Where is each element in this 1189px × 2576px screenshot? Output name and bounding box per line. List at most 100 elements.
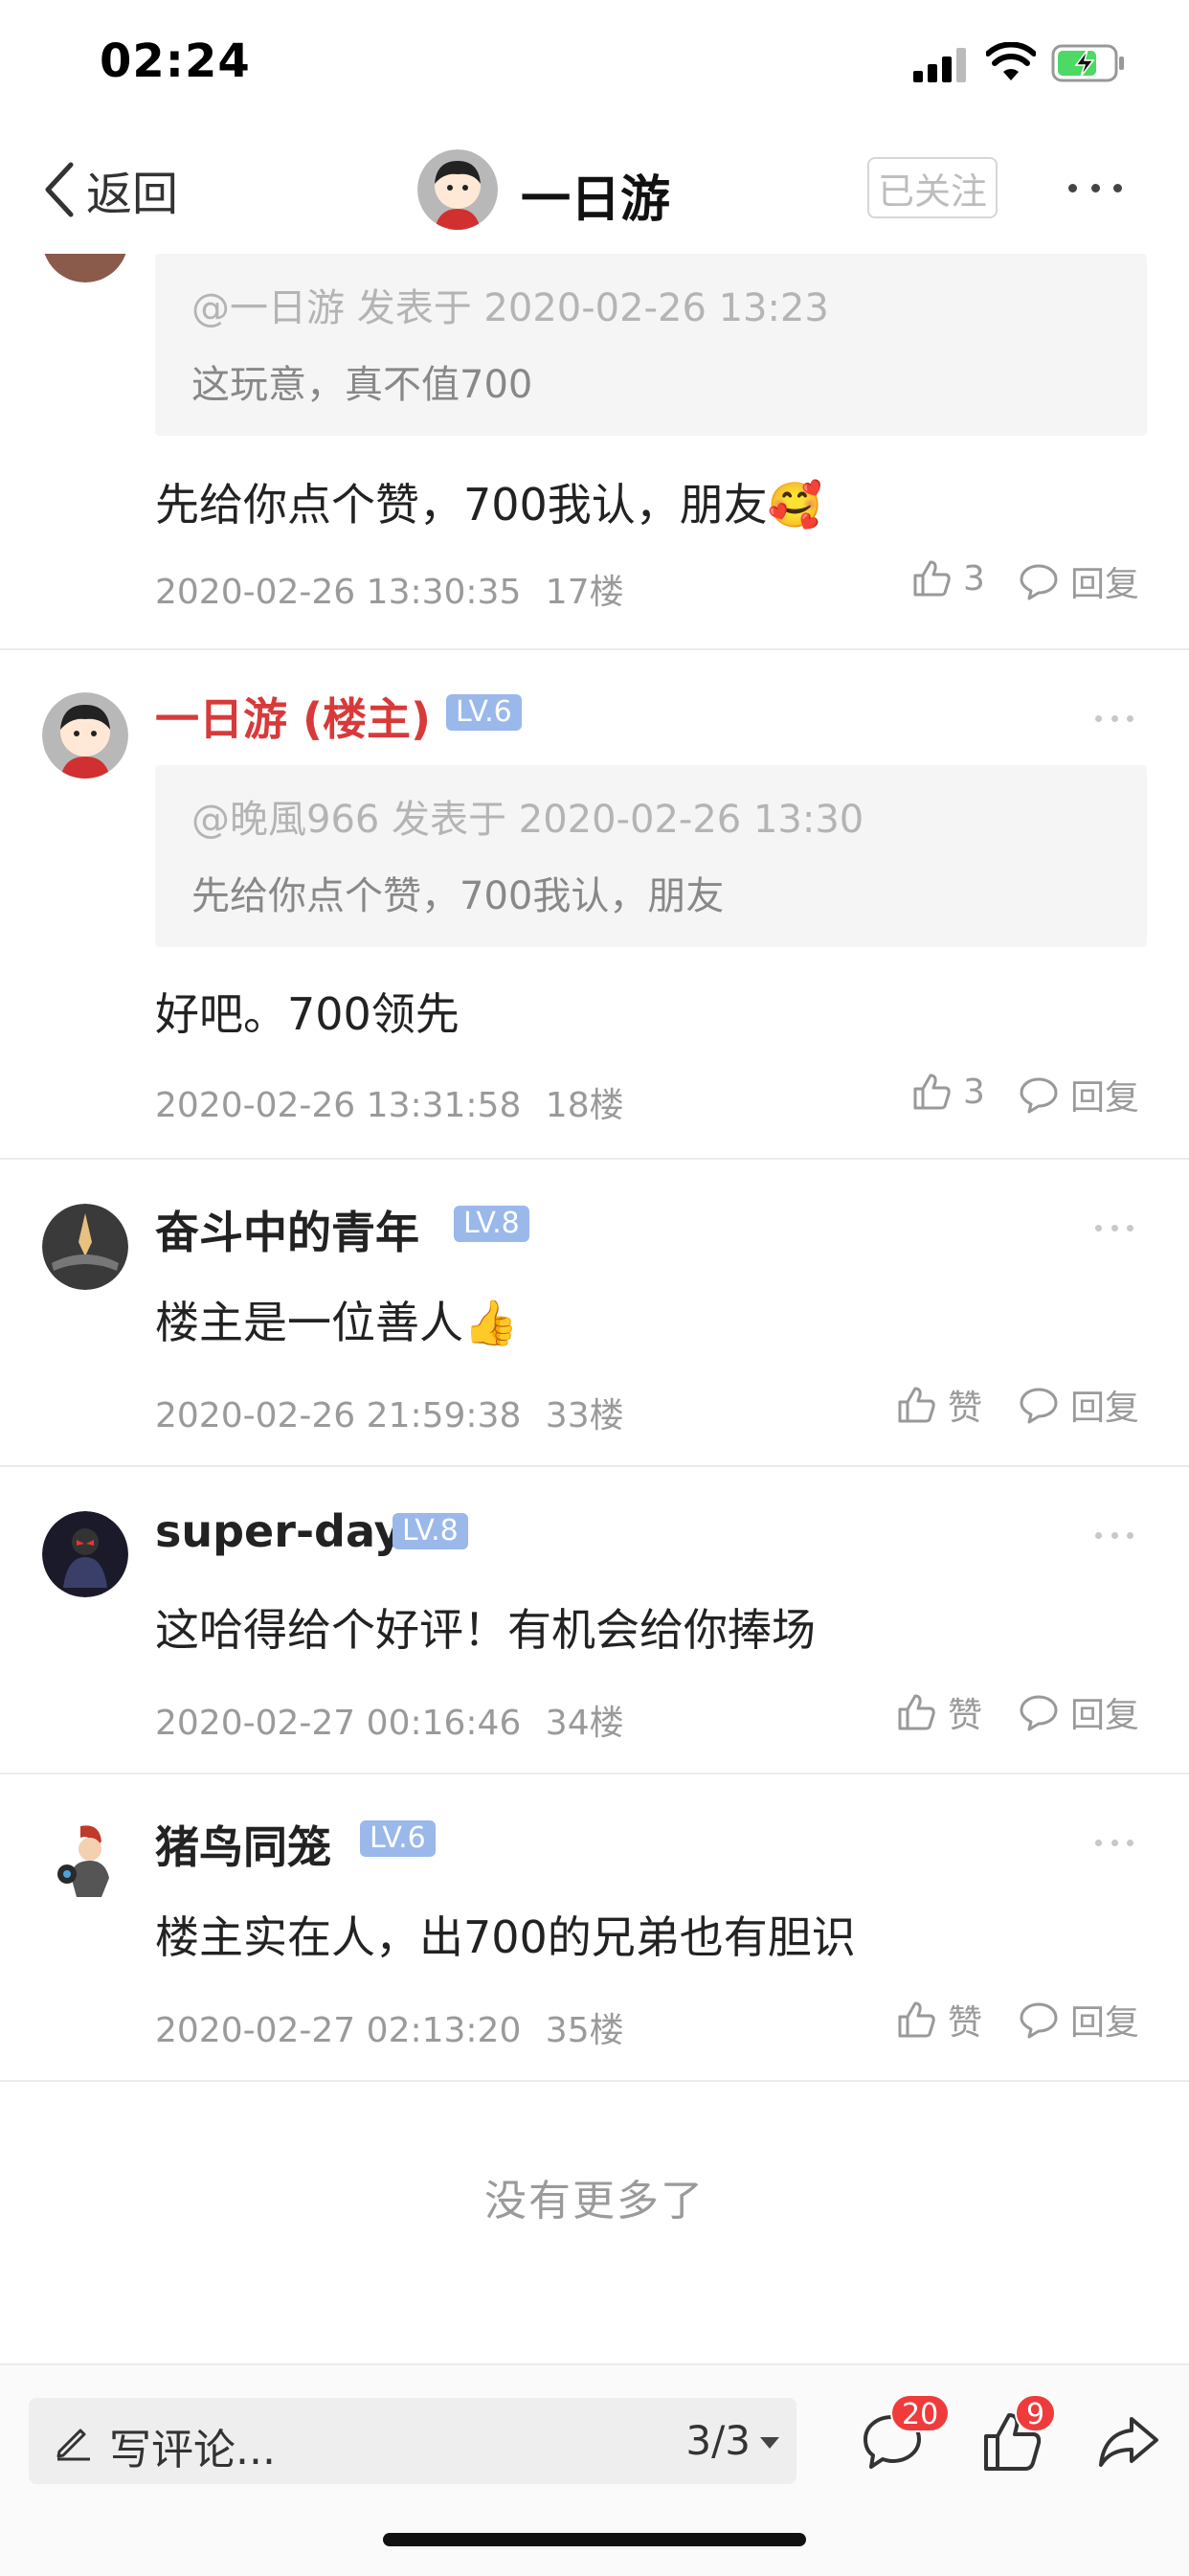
floor-number: 18楼 — [545, 1086, 624, 1125]
comment-time: 2020-02-26 21:59:38 — [155, 1396, 522, 1435]
commenter-avatar[interactable] — [42, 1204, 128, 1290]
share-arrow-icon — [1099, 2417, 1158, 2467]
level-badge: LV.6 — [446, 694, 522, 731]
comment-meta: 2020-02-27 02:13:20 35楼 — [155, 2002, 624, 2052]
comment-item: 一日游 (楼主) LV.6 @晚風966 发表于 2020-02-26 13:3… — [0, 650, 1189, 1158]
floor-number: 17楼 — [545, 573, 624, 612]
status-time: 02:24 — [100, 34, 251, 88]
like-button[interactable]: 赞 — [894, 1995, 982, 2045]
comment-meta: 2020-02-26 13:31:58 18楼 — [155, 1077, 624, 1127]
caret-down-icon — [760, 2436, 779, 2449]
reply-button[interactable]: 回复 — [1017, 1070, 1139, 1119]
more-options-icon[interactable] — [1068, 167, 1122, 209]
like-count: 3 — [963, 1072, 985, 1112]
like-post-button[interactable]: 9 — [975, 2394, 1057, 2480]
level-badge: LV.8 — [454, 1206, 529, 1242]
comment-body: 楼主实在人，出700的兄弟也有胆识 — [155, 1911, 856, 1963]
like-button[interactable]: 赞 — [894, 1687, 982, 1737]
thumbs-up-icon — [898, 1387, 935, 1423]
level-badge: LV.8 — [393, 1513, 468, 1549]
like-count: 3 — [963, 558, 985, 599]
comment-time: 2020-02-27 00:16:46 — [155, 1704, 522, 1743]
reply-label: 回复 — [1070, 565, 1140, 604]
author-avatar[interactable] — [417, 149, 498, 230]
comment-time: 2020-02-26 13:30:35 — [155, 573, 522, 612]
page-selector[interactable]: 3/3 — [685, 2417, 779, 2464]
quote-text: 这玩意，真不值700 — [191, 363, 533, 407]
commenter-avatar[interactable] — [42, 692, 128, 779]
quote-text: 先给你点个赞，700我认，朋友 — [191, 874, 725, 918]
thumbs-up-icon — [913, 560, 951, 597]
like-button[interactable]: 3 — [909, 556, 985, 600]
chat-bubble-icon — [1020, 564, 1058, 600]
comment-item: 奋斗中的青年 LV.8 楼主是一位善人👍 2020-02-26 21:59:38… — [0, 1160, 1189, 1466]
chat-bubble-icon — [1020, 1388, 1058, 1424]
reply-button[interactable]: 回复 — [1017, 1995, 1139, 2045]
comment-body: 这哈得给个好评！有机会给你捧场 — [155, 1604, 816, 1656]
reply-button[interactable]: 回复 — [1017, 1380, 1139, 1430]
commenter-name[interactable]: 猪鸟同笼 — [155, 1813, 331, 1876]
commenter-name[interactable]: 奋斗中的青年 — [155, 1198, 419, 1261]
reply-label: 回复 — [1070, 1389, 1140, 1428]
commenter-avatar[interactable] — [42, 1511, 128, 1597]
commenter-avatar[interactable] — [42, 1819, 128, 1905]
thumbs-up-icon — [913, 1073, 951, 1110]
chat-bubble-icon — [1020, 1077, 1058, 1114]
quoted-comment: @晚風966 发表于 2020-02-26 13:30 先给你点个赞，700我认… — [155, 765, 1147, 947]
likes-count-badge: 9 — [1015, 2394, 1057, 2432]
wifi-icon — [986, 42, 1036, 80]
follow-button[interactable]: 已关注 — [867, 157, 998, 218]
comment-item: @一日游 发表于 2020-02-26 13:23 这玩意，真不值700 先给你… — [0, 254, 1189, 649]
comment-meta: 2020-02-27 00:16:46 34楼 — [155, 1695, 624, 1745]
reply-label: 回复 — [1070, 2003, 1140, 2043]
more-options-icon[interactable] — [1095, 1223, 1133, 1232]
share-button[interactable] — [1091, 2404, 1168, 2480]
more-options-icon[interactable] — [1095, 1838, 1133, 1847]
like-button[interactable]: 3 — [909, 1070, 985, 1114]
status-bar: 02:24 — [0, 0, 1189, 124]
comment-input[interactable]: 写评论... 3/3 — [29, 2398, 796, 2484]
commenter-name[interactable]: super-day — [155, 1505, 403, 1557]
nav-bar: 返回 一日游 已关注 — [0, 124, 1189, 254]
home-indicator — [383, 2533, 806, 2546]
like-button[interactable]: 赞 — [894, 1380, 982, 1430]
battery-charging-icon — [1051, 44, 1124, 82]
reply-label: 回复 — [1070, 1696, 1140, 1735]
quote-meta: @一日游 发表于 2020-02-26 13:23 — [191, 286, 829, 330]
comments-count-badge: 20 — [890, 2394, 951, 2432]
back-button[interactable]: 返回 — [42, 159, 179, 221]
chevron-left-icon — [45, 162, 74, 217]
page-indicator-label: 3/3 — [685, 2417, 751, 2464]
comment-input-placeholder: 写评论... — [109, 2426, 276, 2474]
comment-meta: 2020-02-26 13:30:35 17楼 — [155, 564, 624, 614]
like-label: 赞 — [948, 1389, 983, 1428]
comment-meta: 2020-02-26 21:59:38 33楼 — [155, 1388, 624, 1437]
comment-body: 楼主是一位善人👍 — [155, 1297, 519, 1348]
like-label: 赞 — [948, 2003, 983, 2043]
divider — [0, 2080, 1189, 2082]
comment-time: 2020-02-26 13:31:58 — [155, 1086, 522, 1125]
comment-time: 2020-02-27 02:13:20 — [155, 2011, 522, 2050]
page-title: 一日游 — [521, 171, 671, 229]
thumbs-up-icon — [898, 1694, 935, 1730]
reply-button[interactable]: 回复 — [1017, 556, 1139, 606]
more-options-icon[interactable] — [1095, 1530, 1133, 1540]
comment-body: 好吧。700领先 — [155, 988, 460, 1040]
quote-meta: @晚風966 发表于 2020-02-26 13:30 — [191, 798, 864, 842]
level-badge: LV.6 — [360, 1820, 436, 1857]
reply-button[interactable]: 回复 — [1017, 1687, 1139, 1737]
comments-button[interactable]: 20 — [854, 2394, 951, 2480]
back-label: 返回 — [86, 168, 179, 221]
cellular-signal-icon — [913, 48, 966, 82]
floor-number: 33楼 — [545, 1396, 624, 1435]
floor-number: 34楼 — [545, 1704, 624, 1743]
quoted-comment: @一日游 发表于 2020-02-26 13:23 这玩意，真不值700 — [155, 254, 1147, 436]
comment-item: super-day LV.8 这哈得给个好评！有机会给你捧场 2020-02-2… — [0, 1467, 1189, 1774]
thumbs-up-icon — [898, 2001, 935, 2038]
like-label: 赞 — [948, 1696, 983, 1735]
reply-label: 回复 — [1070, 1078, 1140, 1118]
chat-bubble-icon — [1020, 2002, 1058, 2039]
more-options-icon[interactable] — [1095, 713, 1133, 723]
end-of-list-note: 没有更多了 — [484, 2177, 705, 2226]
commenter-name[interactable]: 一日游 (楼主) — [155, 685, 431, 748]
